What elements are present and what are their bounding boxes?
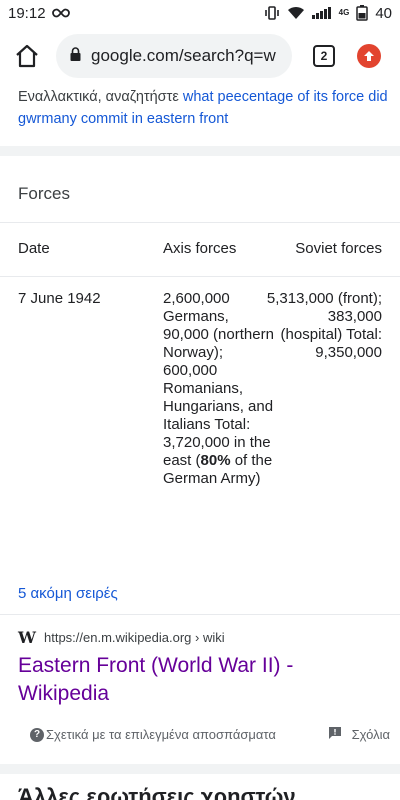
url-text: google.com/search?q=w [91,46,276,65]
feedback-row: ? Σχετικά με τα επιλεγμένα αποσπάσματα Σ… [30,726,390,743]
column-header-date: Date [18,240,50,257]
lock-icon [70,46,81,66]
divider [0,222,400,223]
result-url: https://en.m.wikipedia.org › wiki [44,630,225,645]
feedback-label: Σχόλια [351,727,390,742]
vibrate-icon [264,5,280,21]
status-time: 19:12 [8,4,46,22]
feedback-icon [328,726,342,743]
table-title: Forces [18,184,70,203]
arrow-up-icon [364,51,374,61]
next-section-title: Άλλες ερωτήσεις χρηστών [18,784,296,800]
section-divider [0,146,400,156]
divider [0,614,400,615]
network-type: 4G [338,8,350,17]
cell-soviet-forces: 5,313,000 (front); 383,000 (hospital) To… [266,290,382,361]
home-button[interactable] [14,43,40,69]
cell-axis-bold: 80% [200,452,231,469]
column-header-axis: Axis forces [163,240,237,257]
cell-axis-text: 2,600,000 Germans, 90,000 (northern Norw… [163,290,274,469]
infinity-icon [51,8,70,18]
cell-date: 7 June 1942 [18,290,101,307]
browser-toolbar: google.com/search?q=w 2 [0,30,400,82]
alt-search-prefix: Εναλλακτικά, αναζητήστε [18,89,183,105]
help-icon: ? [30,727,44,742]
home-icon [16,44,38,68]
more-rows-link[interactable]: 5 ακόμη σειρές [18,585,118,602]
status-bar: 19:12 4G 40 [0,0,400,26]
divider [0,276,400,277]
wifi-icon [287,6,305,20]
result-title-link[interactable]: Eastern Front (World War II) - Wikipedia [18,652,388,708]
wikipedia-logo-icon: W [18,628,36,647]
section-divider [0,764,400,774]
column-header-soviet: Soviet forces [295,240,382,257]
battery-level: 40 [375,4,392,22]
result-source[interactable]: W https://en.m.wikipedia.org › wiki [18,628,225,647]
about-snippets-button[interactable]: ? Σχετικά με τα επιλεγμένα αποσπάσματα [30,727,276,742]
cell-axis-forces: 2,600,000 Germans, 90,000 (northern Norw… [163,290,275,488]
battery-icon [356,5,369,21]
extension-button[interactable] [357,44,381,68]
about-snippets-label: Σχετικά με τα επιλεγμένα αποσπάσματα [46,727,276,742]
signal-icon [311,7,332,19]
address-bar[interactable]: google.com/search?q=w [56,34,292,78]
alternative-search: Εναλλακτικά, αναζητήστε what peecentage … [18,86,388,130]
tab-switcher-button[interactable]: 2 [313,45,335,67]
feedback-button[interactable]: Σχόλια [328,726,390,743]
